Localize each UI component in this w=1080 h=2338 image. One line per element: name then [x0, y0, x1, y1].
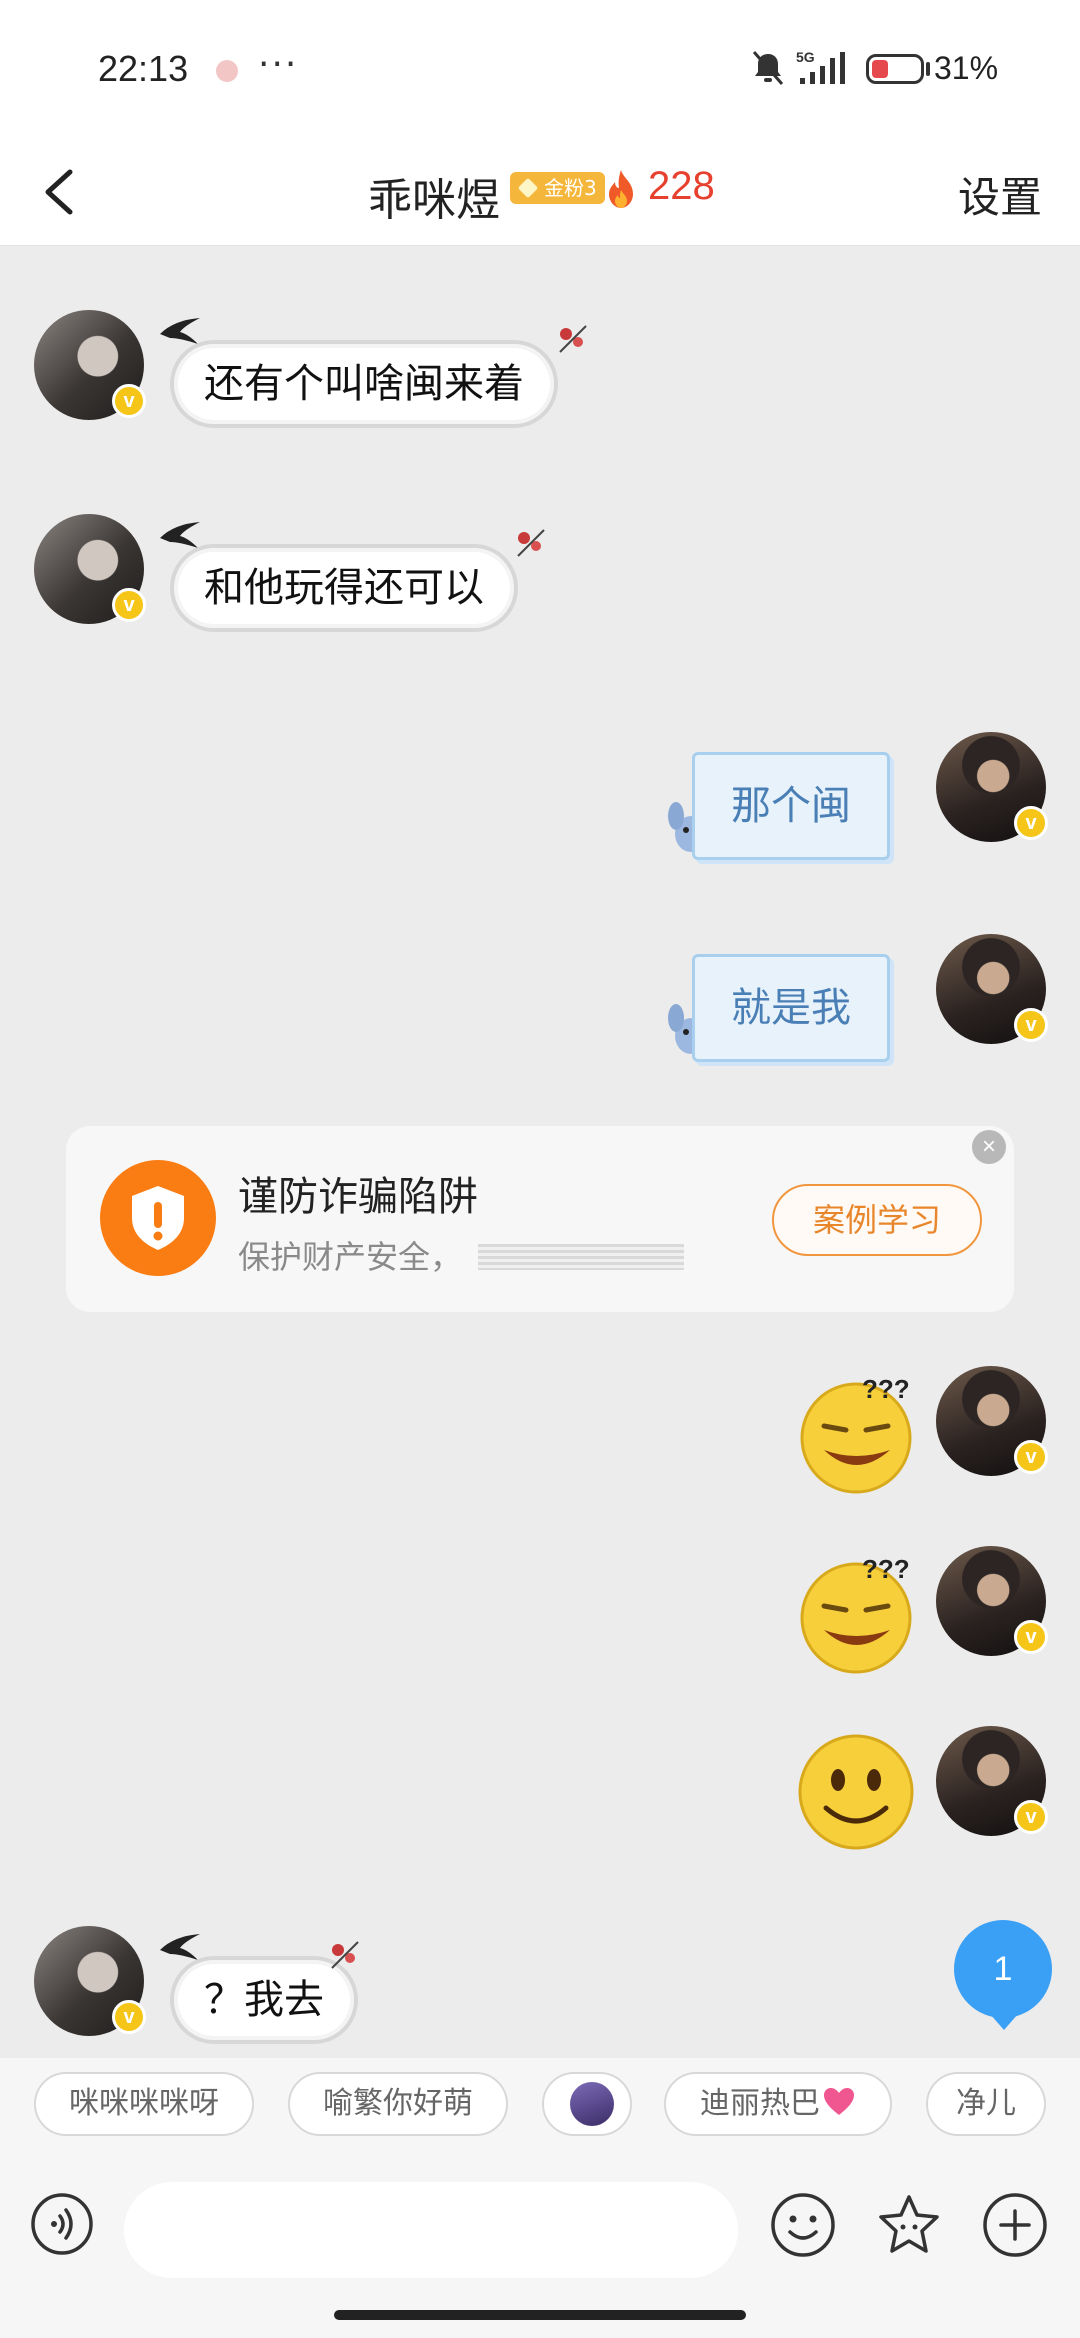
fan-level-badge: 金粉3 — [510, 172, 605, 204]
my-avatar[interactable]: v — [936, 732, 1048, 842]
quick-reply-chip[interactable]: 净儿 — [926, 2072, 1046, 2136]
chevron-left-icon[interactable] — [30, 160, 90, 224]
verified-icon: v — [112, 588, 146, 622]
fraud-subtitle: 保护财产安全， — [238, 1238, 463, 1276]
network-type-label: 5G — [796, 49, 815, 65]
verified-icon: v — [1014, 1008, 1048, 1042]
quick-reply-chip[interactable]: 咪咪咪咪呀 — [34, 2072, 254, 2136]
signal-icon: 5G — [796, 49, 845, 84]
settings-button[interactable]: 设置 — [958, 164, 1042, 225]
confused-grin-emoji[interactable]: ??? — [794, 1550, 918, 1674]
contact-avatar[interactable]: v — [34, 310, 146, 420]
swallow-ornament-icon — [160, 318, 200, 344]
contact-name[interactable]: 乖咪煜 — [368, 164, 500, 228]
case-study-button[interactable]: 案例学习 — [772, 1184, 982, 1256]
message-input[interactable] — [124, 2182, 738, 2278]
gem-icon — [517, 177, 539, 199]
status-time: 22:13 — [98, 48, 189, 89]
battery-tip — [926, 62, 930, 76]
unread-count-badge[interactable]: 1 — [954, 1920, 1052, 2030]
home-indicator[interactable] — [334, 2310, 746, 2320]
quick-reply-avatar-chip[interactable] — [542, 2072, 632, 2136]
close-icon[interactable]: × — [972, 1130, 1006, 1164]
star-sticker-icon[interactable] — [876, 2192, 942, 2258]
streak-count: 228 — [648, 164, 715, 208]
my-avatar[interactable]: v — [936, 1546, 1048, 1656]
plum-blossom-ornament-icon — [559, 325, 587, 353]
contact-avatar[interactable]: v — [34, 514, 146, 624]
mute-bell-icon — [752, 51, 784, 85]
chat-header: 乖咪煜 金粉3 228 设置 — [0, 140, 1080, 246]
contact-avatar[interactable]: v — [34, 1926, 146, 2036]
quick-reply-chip[interactable]: 迪丽热巴 — [664, 2072, 892, 2136]
anime-avatar-icon — [570, 2082, 614, 2126]
emoji-icon[interactable] — [770, 2192, 836, 2258]
message-bubble[interactable]: 就是我 — [692, 954, 890, 1062]
swallow-ornament-icon — [160, 522, 200, 548]
app-notification-icon — [216, 60, 238, 82]
battery-percent: 31% — [934, 50, 999, 86]
verified-icon: v — [1014, 1800, 1048, 1834]
verified-icon: v — [112, 2000, 146, 2034]
message-bubble[interactable]: 和他玩得还可以 — [170, 544, 518, 632]
confused-grin-emoji[interactable]: ??? — [794, 1370, 918, 1494]
message-bubble[interactable]: 还有个叫啥闽来着 — [170, 340, 558, 428]
plus-icon[interactable] — [982, 2192, 1048, 2258]
warning-shield-icon — [100, 1160, 216, 1276]
flame-icon — [609, 170, 633, 208]
battery-icon — [866, 54, 924, 84]
fraud-warning-card: 谨防诈骗陷阱 保护财产安全， 案例学习 — [66, 1126, 1014, 1312]
quick-reply-chip[interactable]: 喻繁你好萌 — [288, 2072, 508, 2136]
verified-icon: v — [1014, 1440, 1048, 1474]
input-bar — [0, 2158, 1080, 2338]
heart-icon — [824, 2088, 854, 2115]
smile-emoji[interactable] — [794, 1730, 918, 1854]
fan-level-label: 金粉3 — [544, 176, 597, 200]
quick-reply-bar: 咪咪咪咪呀 喻繁你好萌 迪丽热巴 净儿 — [0, 2058, 1080, 2158]
blurred-text — [478, 1244, 684, 1270]
svg-text:???: ??? — [862, 1554, 910, 1584]
verified-icon: v — [1014, 806, 1048, 840]
voice-icon[interactable] — [30, 2192, 94, 2256]
message-bubble[interactable]: 那个闽 — [692, 752, 890, 860]
quick-reply-label: 迪丽热巴 — [700, 2086, 820, 2121]
swallow-ornament-icon — [160, 1934, 200, 1960]
plum-blossom-ornament-icon — [517, 529, 545, 557]
my-avatar[interactable]: v — [936, 1726, 1048, 1836]
svg-text:???: ??? — [862, 1374, 910, 1404]
fraud-title: 谨防诈骗陷阱 — [238, 1174, 478, 1220]
verified-icon: v — [1014, 1620, 1048, 1654]
more-notifications-icon: ··· — [258, 44, 299, 85]
my-avatar[interactable]: v — [936, 934, 1048, 1044]
status-bar: 22:13 ··· 5G 31% — [0, 0, 1080, 140]
my-avatar[interactable]: v — [936, 1366, 1048, 1476]
verified-icon: v — [112, 384, 146, 418]
plum-blossom-ornament-icon — [331, 1941, 359, 1969]
